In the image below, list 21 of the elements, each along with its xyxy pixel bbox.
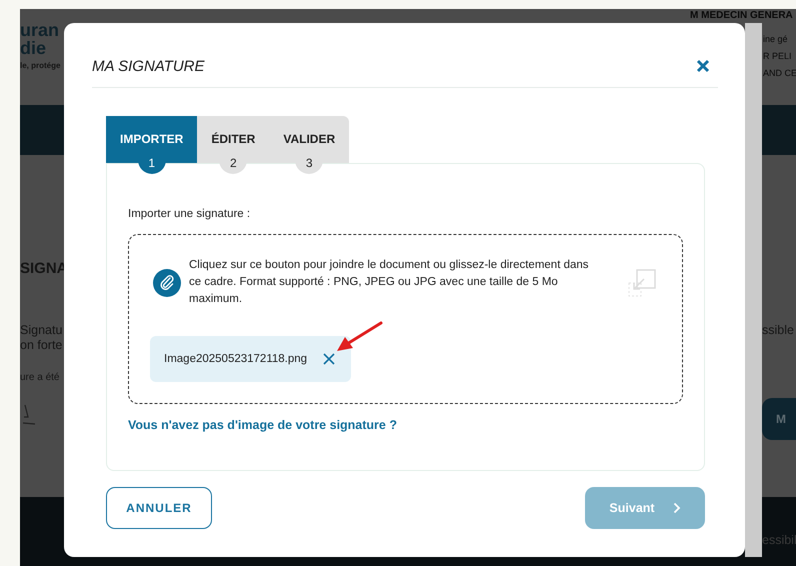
no-signature-image-link[interactable]: Vous n'avez pas d'image de votre signature ?	[128, 418, 397, 432]
drop-target-icon	[627, 268, 657, 298]
scrollbar[interactable]	[745, 23, 762, 557]
background-button[interactable]: M	[762, 398, 796, 440]
arrow-annotation	[335, 321, 383, 353]
remove-file-icon[interactable]	[323, 353, 336, 365]
user-info-line: ine gé	[763, 33, 789, 46]
user-info-line: R PELI	[763, 50, 793, 63]
close-icon[interactable]	[696, 59, 710, 73]
chevron-right-icon	[672, 502, 681, 514]
dialog-title: MA SIGNATURE	[92, 58, 205, 74]
file-name: Image20250523172118.png	[164, 353, 308, 365]
cancel-button[interactable]: ANNULER	[106, 487, 212, 529]
signature-drawing	[22, 403, 36, 425]
logo-text: uran	[20, 21, 60, 39]
field-label: Importer une signature :	[128, 208, 252, 220]
logo-text: die	[20, 39, 48, 57]
paperclip-icon[interactable]	[153, 268, 181, 296]
user-info-line: M MEDECIN GENERA	[690, 10, 793, 22]
dropzone-instructions: Cliquez sur ce bouton pour joindre le document ou glissez-le directement dans ce cadre. Format supporté : PNG, JPEG ou JPG avec une taille de 5 Mo maximum.	[189, 258, 589, 307]
drop-zone[interactable]: Cliquez sur ce bouton pour joindre le document ou glissez-le directement dans ce cadre. Format supporté : PNG, JPEG ou JPG avec une taille de 5 Mo maximum. Image20250523172118.png	[128, 234, 683, 404]
